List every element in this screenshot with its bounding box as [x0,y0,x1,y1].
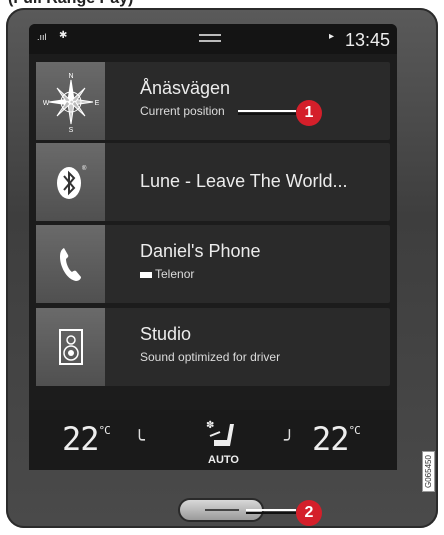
compass-e: E [94,100,98,107]
speaker-icon [36,308,105,386]
fan-auto-icon[interactable]: ✽ [200,416,240,450]
nav-subtitle: Current position [140,104,225,118]
phone-title: Daniel's Phone [140,241,261,261]
bluetooth-icon: ® [36,143,105,221]
phone-icon [36,225,105,303]
temp-left[interactable]: 22°C [62,420,111,458]
tile-phone[interactable]: Daniel's Phone Telenor [36,225,390,303]
compass-w: W [43,100,50,107]
compass-s: S [68,127,73,132]
play-indicator-icon: ▸ [329,31,335,42]
seat-heat-left-icon[interactable]: ╰ [134,430,145,451]
callout-2: 2 [296,500,322,526]
phone-carrier-row: Telenor [140,267,194,281]
audio-subtitle: Sound optimized for driver [140,350,281,364]
callout-2-line [246,509,296,514]
svg-text:✽: ✽ [206,420,214,431]
phone-carrier: Telenor [155,267,195,281]
compass-icon: N S W E [36,62,105,140]
image-id-label: G065450 [422,451,435,492]
pull-down-handle[interactable] [199,34,221,42]
media-title: Lune - Leave The World... [140,171,348,191]
compass-n: N [68,73,73,80]
callout-1-line [238,110,296,115]
audio-title: Studio [140,324,192,344]
nav-title: Ånäsvägen [140,78,231,98]
tile-audio[interactable]: Studio Sound optimized for driver [36,308,390,386]
callout-1: 1 [296,100,322,126]
tile-media[interactable]: ® Lune - Leave The World... [36,143,390,221]
temp-right[interactable]: 22°C [312,420,361,458]
status-bar[interactable]: .ııl ✱ ▸ 13:45 [29,24,397,54]
seat-heat-right-icon[interactable]: ╯ [284,430,295,451]
clock: 13:45 [345,30,391,50]
fan-mode-label: AUTO [208,454,239,466]
battery-icon [140,271,152,278]
tile-navigation[interactable]: N S W E Ånäsvägen Current position [36,62,390,140]
svg-text:®: ® [82,165,87,172]
signal-icon: .ııl [37,32,47,42]
bluetooth-status-icon: ✱ [59,30,68,41]
